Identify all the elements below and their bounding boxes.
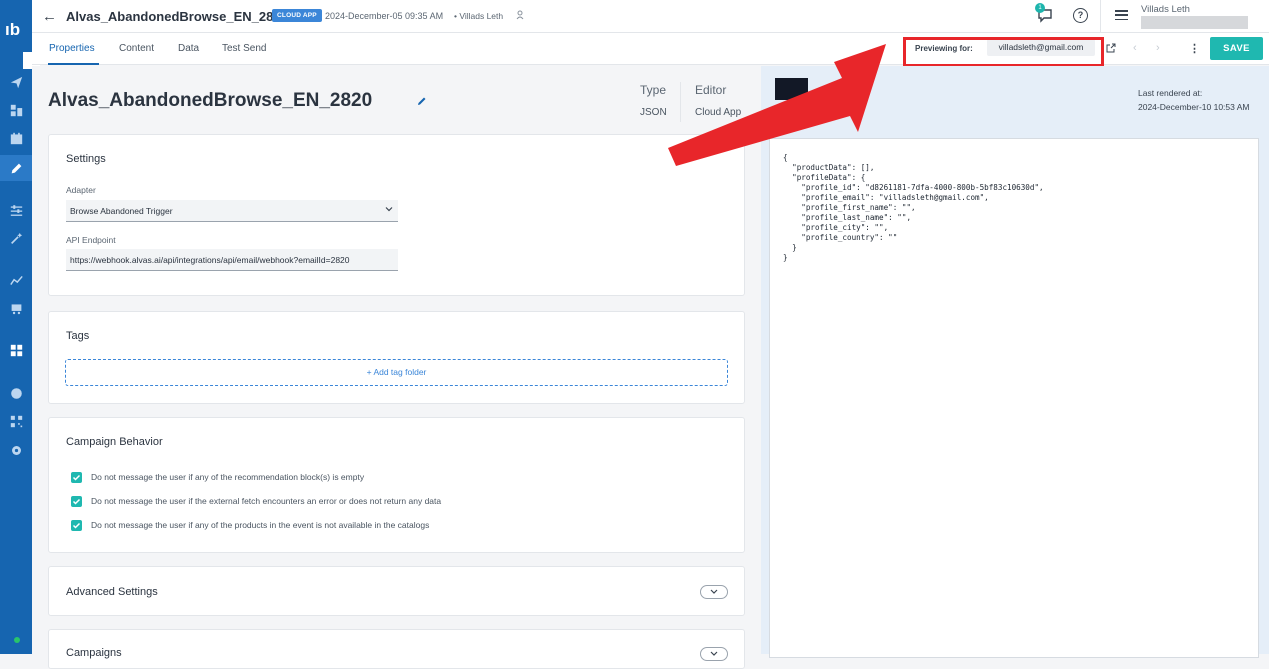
highlight-box [903, 37, 1104, 67]
user-info-redacted [1141, 16, 1248, 29]
campaigns-card[interactable]: Campaigns [48, 629, 745, 669]
properties-panel: Alvas_AbandonedBrowse_EN_2820 Type JSON … [32, 66, 761, 669]
json-line: } [783, 253, 788, 262]
option-product-unavailable[interactable]: Do not message the user if any of the pr… [71, 520, 430, 532]
option-label: Do not message the user if the external … [91, 496, 442, 506]
notification-count: 1 [1035, 3, 1045, 13]
option-empty-recommendation[interactable]: Do not message the user if any of the re… [71, 472, 365, 484]
magic-wand-icon[interactable] [8, 230, 24, 246]
editor-value: Cloud App [695, 107, 742, 118]
chevron-down-icon [710, 651, 718, 656]
tab-test-send[interactable]: Test Send [222, 43, 266, 54]
json-line: "profile_last_name": "", [783, 213, 912, 222]
json-line: "profileData": { [783, 173, 866, 182]
advanced-settings-title: Advanced Settings [66, 586, 158, 598]
send-icon[interactable] [8, 74, 24, 90]
expand-toggle[interactable] [700, 647, 728, 661]
more-options-icon[interactable]: ⋮ [1189, 42, 1200, 55]
campaign-behavior-title: Campaign Behavior [66, 436, 163, 448]
page-title: Alvas_AbandonedBrowse_EN_2820 [48, 90, 373, 111]
hamburger-menu-icon[interactable] [1115, 10, 1128, 21]
sliders-icon[interactable] [8, 202, 24, 218]
json-line: "profile_first_name": "", [783, 203, 916, 212]
globe-icon[interactable] [8, 385, 24, 401]
type-label: Type [640, 83, 667, 97]
sidebar: ıb [0, 0, 32, 654]
tab-data[interactable]: Data [178, 43, 199, 54]
app-logo[interactable]: ıb [5, 20, 20, 40]
campaign-behavior-card: Campaign Behavior Do not message the use… [48, 417, 745, 553]
last-rendered-date: 2024-December-10 10:53 AM [1138, 102, 1250, 112]
json-line: "productData": [], [783, 163, 875, 172]
status-indicator [14, 637, 20, 643]
json-line: "profile_id": "d8261181-7dfa-4000-800b-5… [783, 183, 1044, 192]
divider [1100, 0, 1101, 33]
endpoint-field[interactable]: https://webhook.alvas.ai/api/integration… [66, 249, 398, 271]
tab-content[interactable]: Content [119, 43, 154, 54]
external-link-icon[interactable] [1106, 43, 1116, 53]
endpoint-label: API Endpoint [66, 235, 116, 245]
preview-toolbar: Previewing for: villadsleth@gmail.com ‹ … [761, 33, 1269, 67]
brand-label: l AI [795, 111, 808, 121]
user-name[interactable]: Villads Leth [1141, 4, 1190, 15]
campaign-owner: • Villads Leth [454, 11, 504, 21]
json-preview: { "productData": [], "profileData": { "p… [769, 138, 1259, 658]
chevron-down-icon [385, 207, 393, 212]
advanced-settings-card[interactable]: Advanced Settings [48, 566, 745, 616]
active-tab-underline [48, 63, 99, 65]
adapter-label: Adapter [66, 185, 96, 195]
campaigns-title: Campaigns [66, 647, 122, 659]
back-arrow-icon[interactable]: ← [42, 8, 57, 25]
adapter-value: Browse Abandoned Trigger [70, 206, 173, 216]
calendar-icon[interactable] [8, 130, 24, 146]
analytics-icon[interactable] [8, 272, 24, 288]
settings-gear-icon[interactable] [8, 442, 24, 458]
campaign-date: 2024-December-05 09:35 AM [325, 11, 444, 21]
layout-icon[interactable] [8, 102, 24, 118]
json-line: { [783, 153, 788, 162]
campaign-name: Alvas_AbandonedBrowse_EN_2820 [66, 9, 288, 24]
dashboard-icon[interactable] [8, 342, 24, 358]
save-button[interactable]: SAVE [1210, 37, 1263, 60]
option-label: Do not message the user if any of the pr… [91, 520, 430, 530]
tab-bar: Properties Content Data Test Send [32, 33, 761, 65]
json-line: "profile_email": "villadsleth@gmail.com"… [783, 193, 989, 202]
expand-toggle[interactable] [700, 585, 728, 599]
json-line: "profile_country": "" [783, 233, 898, 242]
json-line: } [783, 243, 797, 252]
chevron-right-icon[interactable]: › [1156, 42, 1160, 54]
adapter-select[interactable]: Browse Abandoned Trigger [66, 200, 398, 222]
preview-pane: l AI Last rendered at: 2024-December-10 … [761, 66, 1269, 658]
option-external-fetch-error[interactable]: Do not message the user if the external … [71, 496, 442, 508]
user-search-icon[interactable] [516, 10, 526, 20]
option-label: Do not message the user if any of the re… [91, 472, 365, 482]
meta-divider [680, 82, 681, 122]
settings-title: Settings [66, 153, 106, 165]
settings-card: Settings Adapter Browse Abandoned Trigge… [48, 134, 745, 296]
json-line: "profile_city": "", [783, 223, 889, 232]
app-type-badge: CLOUD APP [272, 9, 322, 22]
checkbox-checked[interactable] [71, 472, 82, 484]
editor-label: Editor [695, 83, 727, 97]
qr-code-icon[interactable] [8, 413, 24, 429]
tags-card: Tags + Add tag folder [48, 311, 745, 404]
top-bar: ← Alvas_AbandonedBrowse_EN_2820 CLOUD AP… [32, 0, 1269, 33]
brand-thumbnail [775, 78, 808, 100]
add-tag-folder-button[interactable]: + Add tag folder [65, 359, 728, 386]
type-value: JSON [640, 107, 667, 118]
pen-icon[interactable] [8, 160, 24, 176]
chevron-left-icon[interactable]: ‹ [1133, 42, 1137, 54]
checkbox-checked[interactable] [71, 496, 82, 508]
edit-pencil-icon[interactable] [416, 95, 428, 107]
chevron-down-icon [710, 589, 718, 594]
checkbox-checked[interactable] [71, 520, 82, 532]
last-rendered-label: Last rendered at: [1138, 88, 1203, 98]
tags-title: Tags [66, 330, 90, 342]
help-icon[interactable]: ? [1073, 8, 1088, 23]
tab-properties[interactable]: Properties [49, 43, 95, 54]
cart-icon[interactable] [8, 300, 24, 316]
